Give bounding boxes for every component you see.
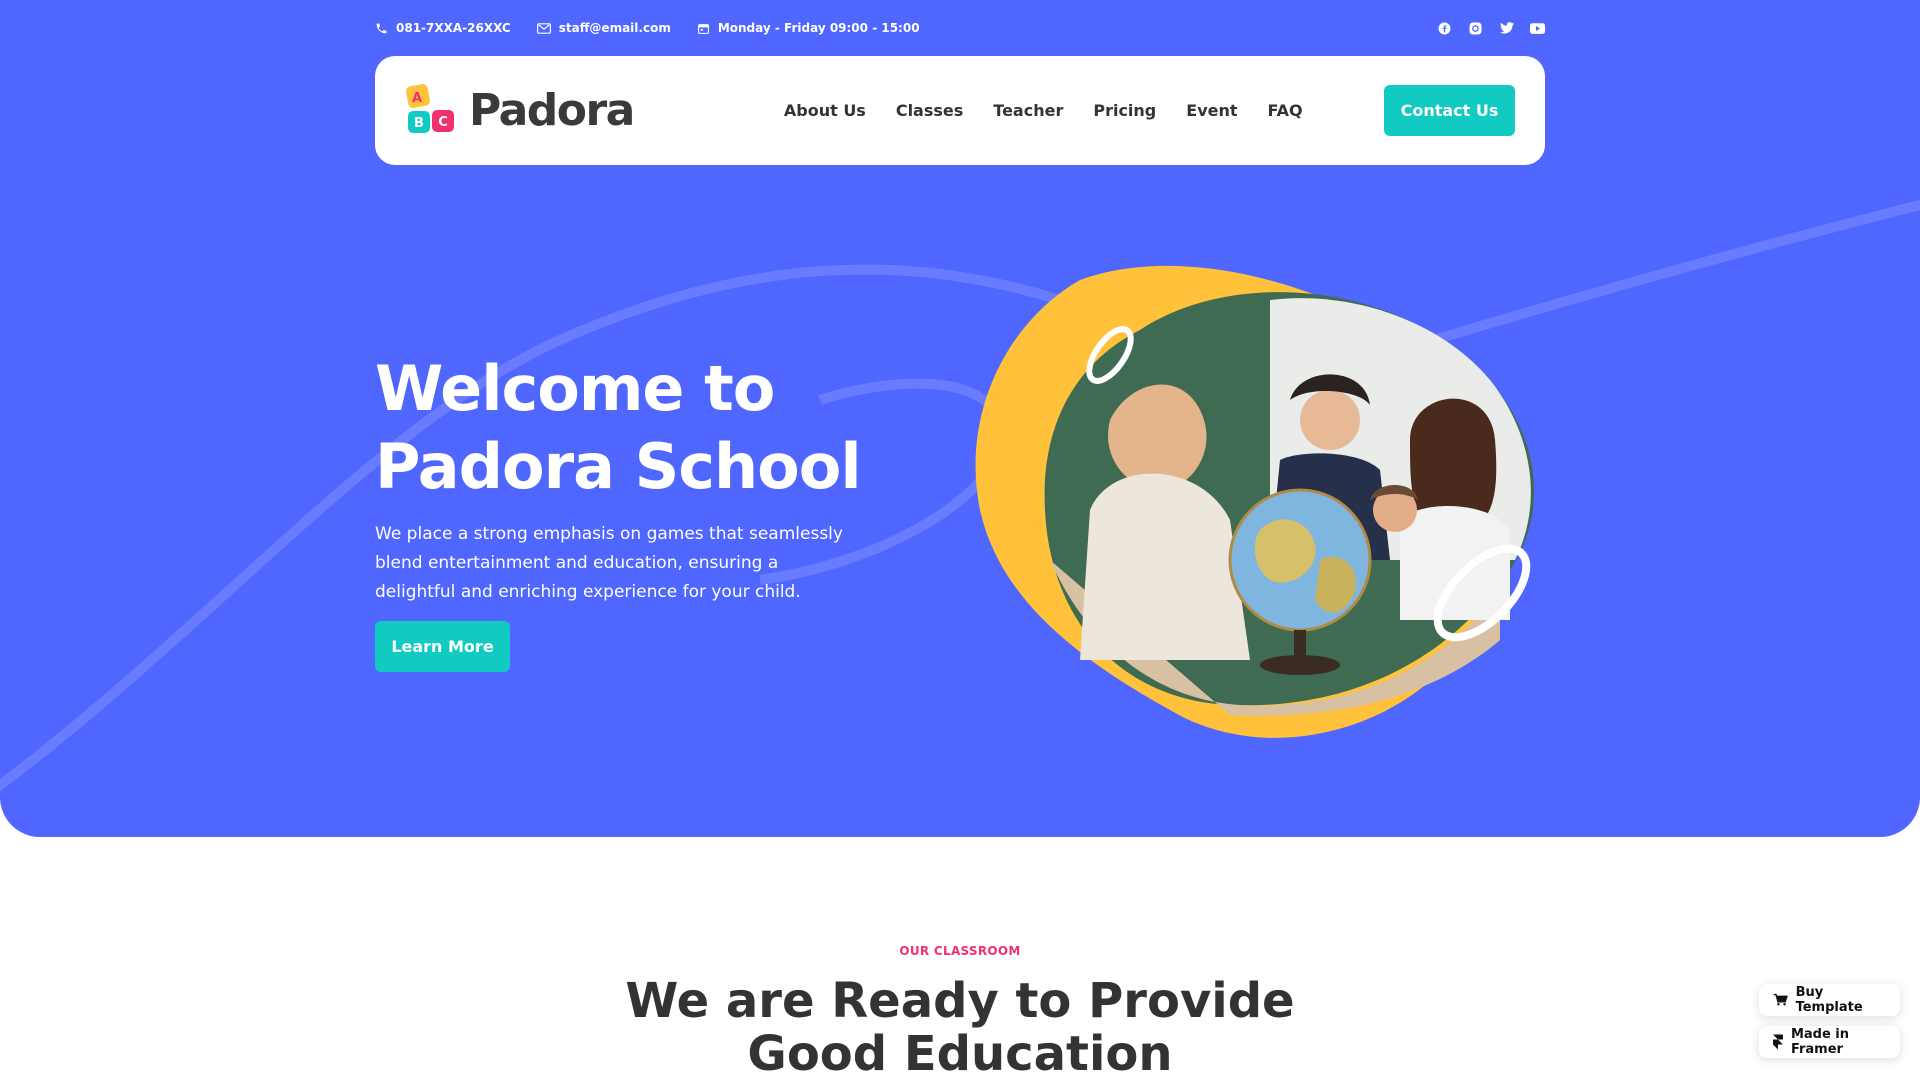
learn-more-button[interactable]: Learn More bbox=[375, 621, 510, 672]
phone-text: 081-7XXA-26XXC bbox=[396, 21, 511, 35]
hero-title-line1: Welcome to bbox=[375, 352, 775, 425]
social-links bbox=[1437, 21, 1545, 36]
buy-template-badge[interactable]: Buy Template bbox=[1759, 984, 1900, 1016]
email-text: staff@email.com bbox=[558, 21, 671, 35]
top-info-bar: 081-7XXA-26XXC staff@email.com Monday - … bbox=[375, 16, 1545, 40]
section-title-line1: We are Ready to Provide bbox=[625, 973, 1295, 1029]
block-letter-c: C bbox=[438, 115, 448, 130]
section-title: We are Ready to Provide Good Education bbox=[0, 975, 1920, 1080]
logo[interactable]: A B C Padora bbox=[405, 83, 635, 139]
made-in-framer-label: Made in Framer bbox=[1790, 1027, 1850, 1057]
calendar-icon bbox=[697, 23, 709, 34]
section-tag: OUR CLASSROOM bbox=[899, 944, 1021, 958]
hero-section: 081-7XXA-26XXC staff@email.com Monday - … bbox=[0, 0, 1920, 837]
nav-item-faq[interactable]: FAQ bbox=[1268, 101, 1303, 120]
framer-icon bbox=[1773, 1034, 1783, 1050]
hero-image-illustration bbox=[975, 265, 1534, 738]
block-letter-a: A bbox=[412, 91, 422, 106]
hero-title: Welcome to Padora School bbox=[375, 350, 935, 506]
hero-description: We place a strong emphasis on games that… bbox=[375, 524, 843, 602]
classroom-photo-icon bbox=[1044, 292, 1534, 716]
hours-info: Monday - Friday 09:00 - 15:00 bbox=[697, 21, 920, 35]
mail-icon bbox=[536, 22, 551, 34]
nav-item-about-us[interactable]: About Us bbox=[784, 101, 866, 120]
section-title-line2: Good Education bbox=[747, 1026, 1173, 1080]
buy-template-label: Buy Template bbox=[1795, 985, 1863, 1015]
hero-title-line2: Padora School bbox=[375, 430, 862, 503]
main-navbar: A B C Padora About Us Classes Teacher Pr… bbox=[375, 56, 1545, 165]
abc-blocks-logo-icon: A B C bbox=[406, 83, 454, 133]
email-info: staff@email.com bbox=[536, 21, 671, 35]
facebook-icon[interactable] bbox=[1437, 21, 1452, 36]
block-letter-b: B bbox=[414, 116, 424, 131]
youtube-icon[interactable] bbox=[1530, 21, 1545, 36]
contact-us-button[interactable]: Contact Us bbox=[1384, 85, 1515, 136]
phone-icon bbox=[376, 23, 387, 33]
nav-item-pricing[interactable]: Pricing bbox=[1093, 101, 1156, 120]
twitter-icon[interactable] bbox=[1499, 21, 1514, 36]
instagram-icon[interactable] bbox=[1468, 21, 1483, 36]
made-in-framer-badge[interactable]: Made in Framer bbox=[1759, 1026, 1900, 1058]
nav-menu: About Us Classes Teacher Pricing Event F… bbox=[784, 101, 1303, 120]
nav-item-classes[interactable]: Classes bbox=[896, 101, 963, 120]
cart-icon bbox=[1773, 993, 1788, 1006]
nav-item-event[interactable]: Event bbox=[1186, 101, 1237, 120]
brand-name: Padora bbox=[469, 85, 635, 136]
hours-text: Monday - Friday 09:00 - 15:00 bbox=[717, 21, 920, 35]
phone-info: 081-7XXA-26XXC bbox=[375, 21, 511, 35]
nav-item-teacher[interactable]: Teacher bbox=[993, 101, 1063, 120]
